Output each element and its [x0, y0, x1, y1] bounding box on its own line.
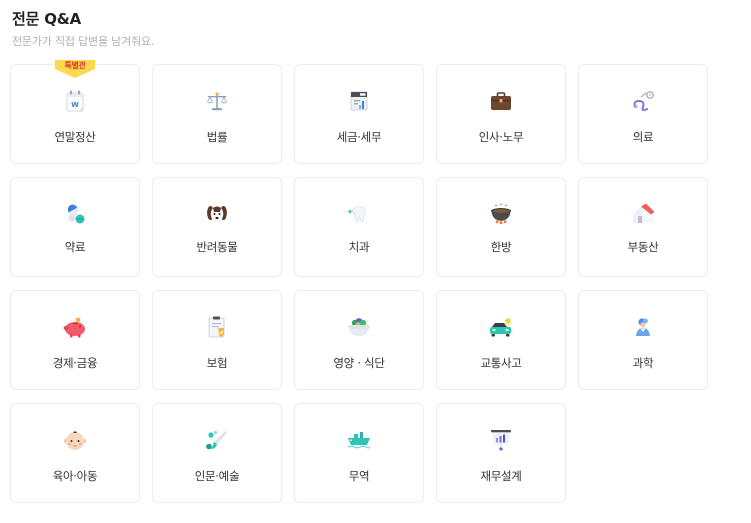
category-label: 연말정산 [54, 130, 96, 144]
car-crash-icon [487, 313, 515, 341]
baby-icon [61, 426, 89, 454]
briefcase-icon [487, 87, 515, 115]
category-label: 영양 · 식단 [333, 356, 385, 370]
section-subtitle: 전문가가 직접 답변을 남겨줘요. [12, 35, 155, 48]
category-card-real-estate[interactable]: 부동산 [578, 177, 708, 277]
category-label: 교통사고 [480, 356, 522, 370]
category-label: 인사·노무 [478, 130, 524, 144]
pills-icon [61, 200, 89, 228]
category-card-traffic-accident[interactable]: 교통사고 [436, 290, 566, 390]
category-card-dental[interactable]: 치과 [294, 177, 424, 277]
stethoscope-icon [629, 87, 657, 115]
category-label: 인문·예술 [194, 469, 240, 483]
category-card-parenting[interactable]: 육아·아동 [10, 403, 140, 503]
category-card-science[interactable]: 과학 [578, 290, 708, 390]
scales-icon [203, 87, 231, 115]
herbal-pot-icon [487, 200, 515, 228]
expert-qa-section: 전문 Q&A 전문가가 직접 답변을 남겨줘요. 특별관 W 연말정산 법률 세… [0, 0, 751, 523]
category-label: 의료 [632, 130, 654, 144]
category-label: 약료 [64, 240, 86, 254]
calendar-icon: W [61, 87, 89, 115]
category-card-hr-labor[interactable]: 인사·노무 [436, 64, 566, 164]
category-label: 세금·세무 [336, 130, 382, 144]
brush-icon [203, 426, 231, 454]
category-label: 한방 [490, 240, 512, 254]
category-card-tax[interactable]: 세금·세무 [294, 64, 424, 164]
tooth-icon [345, 200, 373, 228]
category-grid: 특별관 W 연말정산 법률 세금·세무 인사·노무 의료 약료 반려동물 치과 … [10, 60, 708, 503]
category-label: 부동산 [627, 240, 659, 254]
badge-label: 특별관 [64, 61, 86, 70]
special-badge: 특별관 [53, 59, 97, 79]
svg-text:W: W [71, 101, 79, 109]
category-card-medical[interactable]: 의료 [578, 64, 708, 164]
house-icon [629, 200, 657, 228]
category-label: 치과 [348, 240, 370, 254]
dog-icon [203, 200, 231, 228]
category-label: 경제·금융 [52, 356, 98, 370]
category-card-pharmacy[interactable]: 약료 [10, 177, 140, 277]
category-label: 법률 [206, 130, 228, 144]
category-label: 반려동물 [196, 240, 238, 254]
salad-bowl-icon [345, 313, 373, 341]
category-card-insurance[interactable]: 보험 [152, 290, 282, 390]
category-card-oriental-medicine[interactable]: 한방 [436, 177, 566, 277]
financial-chart-icon [487, 426, 515, 454]
category-label: 재무설계 [480, 469, 522, 483]
category-label: 보험 [206, 356, 228, 370]
category-label: 과학 [632, 356, 654, 370]
piggy-bank-icon [61, 313, 89, 341]
category-card-trade[interactable]: 무역 [294, 403, 424, 503]
category-card-pets[interactable]: 반려동물 [152, 177, 282, 277]
section-title: 전문 Q&A [12, 10, 82, 28]
category-card-financial-planning[interactable]: 재무설계 [436, 403, 566, 503]
category-card-finance[interactable]: 경제·금융 [10, 290, 140, 390]
scientist-icon [629, 313, 657, 341]
cargo-ship-icon [345, 426, 373, 454]
tax-report-icon [345, 87, 373, 115]
category-card-law[interactable]: 법률 [152, 64, 282, 164]
category-label: 육아·아동 [52, 469, 98, 483]
insurance-clipboard-icon [203, 313, 231, 341]
category-label: 무역 [348, 469, 370, 483]
category-card-humanities-arts[interactable]: 인문·예술 [152, 403, 282, 503]
category-card-nutrition[interactable]: 영양 · 식단 [294, 290, 424, 390]
category-card-year-end-tax[interactable]: 특별관 W 연말정산 [10, 60, 140, 164]
